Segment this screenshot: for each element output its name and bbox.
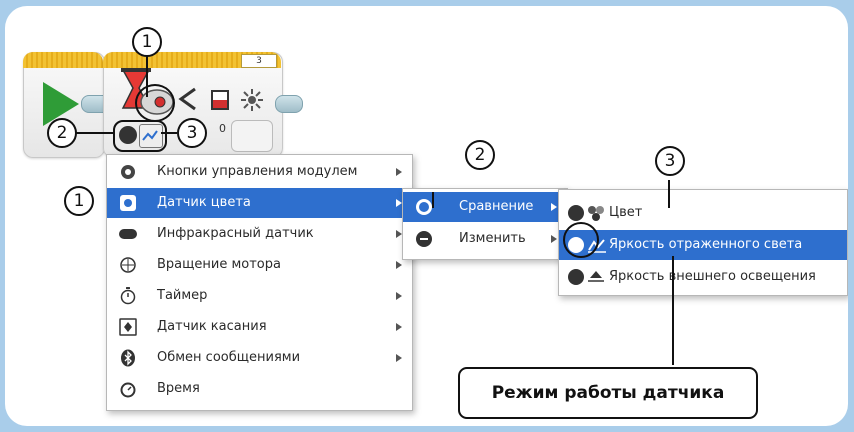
submenu-arrow-icon [551,203,557,211]
infrared-sensor-icon [119,229,137,239]
bluetooth-icon [121,349,135,367]
change-icon [416,231,432,247]
leader-line-2-left [75,132,115,134]
menu-item-messaging[interactable]: Обмен сообщениями [107,343,412,373]
threshold-value: 0 [219,122,226,135]
menu-item-timer[interactable]: Таймер [107,281,412,311]
mode-buttons-ring [113,120,167,152]
touch-sensor-icon [119,318,137,336]
reflected-light-icon-ring [563,222,599,258]
menu-item-brick-buttons[interactable]: Кнопки управления модулем [107,157,412,187]
clock-icon [120,382,136,398]
port-selector[interactable]: 3 [241,54,277,68]
menu-item-motor-rotation[interactable]: Вращение мотора [107,250,412,280]
color-dots-icon [588,206,604,221]
callout-3-left: 3 [177,118,207,148]
leader-line-mode [672,256,674,365]
callout-2-right: 2 [465,140,495,170]
menu-item-color-mode[interactable]: Цвет [559,198,847,228]
submenu-arrow-icon [396,168,402,176]
menu-item-time[interactable]: Время [107,374,412,404]
callout-1-left: 1 [64,186,94,216]
callout-3-right: 3 [655,146,685,176]
color-sensor-menu-icon [120,195,136,211]
ambient-light-icon [568,269,584,285]
brick-buttons-icon [121,165,135,179]
menu-item-touch-sensor[interactable]: Датчик касания [107,312,412,342]
screenshot-frame: 3 0 Кнопки управления модулем Датчик цве… [5,6,848,426]
menu-item-color-sensor[interactable]: Датчик цвета [107,188,412,218]
leader-line-2-right [432,192,434,208]
compare-submenu: Цвет Яркость отраженного света Яркость в… [558,189,848,296]
threshold-icon [211,90,229,110]
light-icon [241,89,263,111]
start-block-tab [23,52,103,68]
submenu-arrow-icon [396,292,402,300]
submenu-arrow-icon [551,235,557,243]
menu-item-ambient-light[interactable]: Яркость внешнего освещения [559,262,847,292]
menu-item-compare[interactable]: Сравнение [403,192,567,222]
submenu-arrow-icon [396,354,402,362]
leader-line-3-right [668,180,670,208]
motor-rotation-icon [120,257,136,273]
compare-icon [416,199,432,215]
menu-item-infrared[interactable]: Инфракрасный датчик [107,219,412,249]
color-sensor-submenu: Сравнение Изменить [402,188,568,260]
submenu-arrow-icon [396,323,402,331]
color-mode-icon [568,205,584,221]
main-sensor-menu: Кнопки управления модулем Датчик цвета И… [106,154,413,411]
sensor-mode-annotation: Режим работы датчика [458,367,758,419]
callout-2-left: 2 [47,118,77,148]
sensor-icon-ring [135,84,175,122]
callout-1-top: 1 [132,27,162,57]
lamp-icon [588,271,604,282]
menu-item-reflected-light[interactable]: Яркость отраженного света [559,230,847,260]
timer-icon [120,287,136,305]
compare-less-icon [178,87,196,111]
menu-item-change[interactable]: Изменить [403,224,567,254]
submenu-arrow-icon [396,261,402,269]
sequence-connector-out [275,95,303,113]
threshold-input[interactable] [231,120,273,152]
